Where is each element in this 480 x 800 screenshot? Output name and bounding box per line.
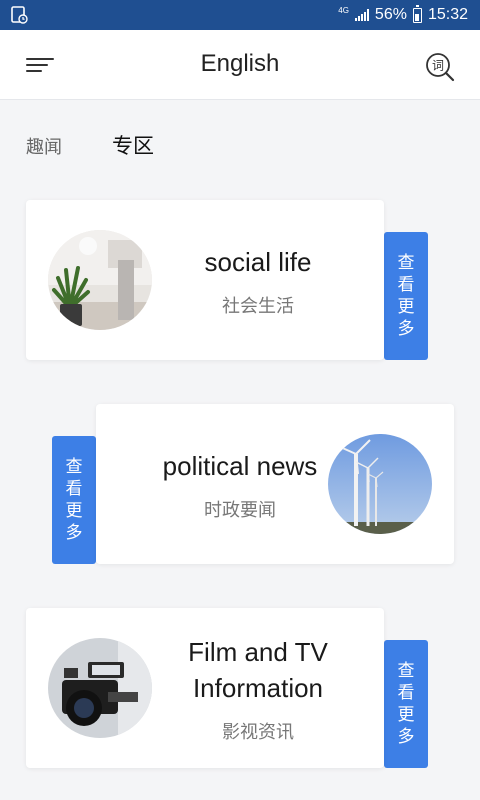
dictionary-search-icon[interactable]: 词 — [424, 51, 456, 83]
card-political-news[interactable]: political news 时政要闻 — [96, 404, 454, 564]
plant-on-desk-image — [48, 230, 152, 330]
screenshot-icon — [11, 6, 28, 24]
card-title: political news — [162, 451, 318, 481]
card-social-life[interactable]: social life 社会生活 — [26, 200, 384, 360]
see-more-button-film-tv[interactable]: 查看更多 — [384, 640, 428, 768]
card-subtitle: 影视资讯 — [222, 722, 294, 743]
see-more-button-political-news[interactable]: 查看更多 — [52, 436, 96, 564]
app-header: English 词 — [0, 30, 480, 100]
category-tabs: 趣闻 专区 — [26, 130, 154, 160]
card-subtitle: 社会生活 — [222, 296, 294, 317]
page-title: English — [200, 50, 280, 77]
clock: 15:32 — [427, 6, 468, 23]
card-title: social life — [204, 247, 312, 277]
tab-special-zone[interactable]: 专区 — [112, 130, 154, 160]
card-title-line-1: Film and TV — [188, 637, 328, 667]
card-title-line-2: Information — [192, 673, 324, 703]
battery-icon — [412, 4, 422, 23]
status-bar: 4G 56% 15:32 — [0, 0, 480, 30]
battery-percent: 56% — [374, 6, 407, 23]
card-text: social life 社会生活 — [176, 244, 340, 318]
signal-icon — [354, 9, 369, 21]
dictionary-glyph: 词 — [432, 59, 444, 73]
see-more-button-social-life[interactable]: 查看更多 — [384, 232, 428, 360]
card-text: Film and TV Information 影视资讯 — [172, 634, 344, 744]
card-subtitle: 时政要闻 — [204, 500, 276, 521]
card-film-tv-information[interactable]: Film and TV Information 影视资讯 — [26, 608, 384, 768]
network-type: 4G — [338, 6, 349, 15]
video-camera-image — [48, 638, 152, 738]
tab-trivia[interactable]: 趣闻 — [26, 133, 62, 159]
card-text: political news 时政要闻 — [130, 448, 350, 522]
wind-turbines-image — [328, 434, 432, 534]
